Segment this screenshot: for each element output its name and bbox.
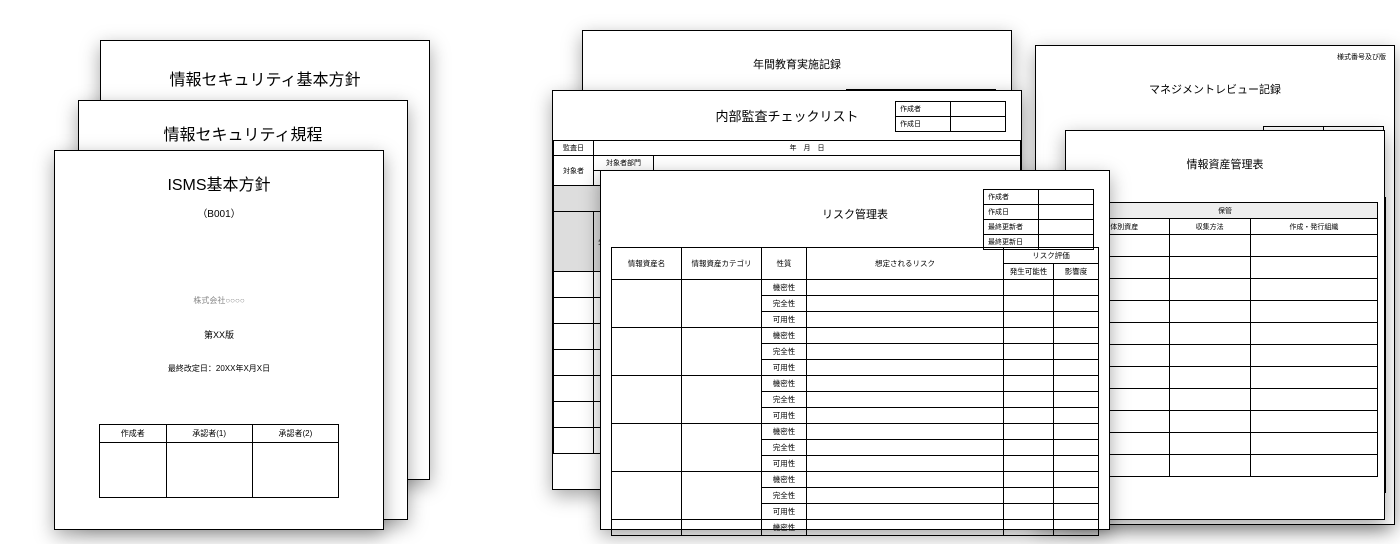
- sig-hdr-approver1: 承認者(1): [166, 425, 252, 443]
- doc-risk-mgmt: リスク管理表 作成者 作成日 最終更新者 最終更新日 情報資産名 情報資産カテゴ…: [600, 170, 1110, 530]
- doc3-signature-table: 作成者 承認者(1) 承認者(2): [99, 424, 339, 498]
- doc3-version: 第XX版: [55, 328, 383, 341]
- doc1-title: 情報セキュリティ基本方針: [101, 66, 429, 90]
- risk-table: 情報資産名 情報資産カテゴリ 性質 想定されるリスク リスク評価 発生可能性 影…: [611, 247, 1099, 536]
- doc4-title: 年間教育実施記録: [583, 56, 1011, 72]
- doc2-title: 情報セキュリティ規程: [79, 121, 407, 145]
- doc3-code: （B001）: [55, 205, 383, 220]
- doc5-corner: 様式番号及び版: [1337, 52, 1386, 62]
- doc5-title: マネジメントレビュー記録: [1036, 81, 1394, 97]
- doc3-revised: 最終改定日：20XX年X月X日: [55, 363, 383, 374]
- doc-isms-basic-policy: ISMS基本方針 （B001） 株式会社○○○○ 第XX版 最終改定日：20XX…: [54, 150, 384, 530]
- sig-hdr-author: 作成者: [100, 425, 167, 443]
- doc3-title: ISMS基本方針: [55, 171, 383, 195]
- doc-info-asset-mgmt: 情報資産管理表 保管 媒体別資産 収集方法 作成・発行組織: [1065, 130, 1385, 520]
- doc7-title: 情報資産管理表: [1066, 156, 1384, 172]
- sig-hdr-approver2: 承認者(2): [252, 425, 338, 443]
- doc3-company: 株式会社○○○○: [55, 295, 383, 306]
